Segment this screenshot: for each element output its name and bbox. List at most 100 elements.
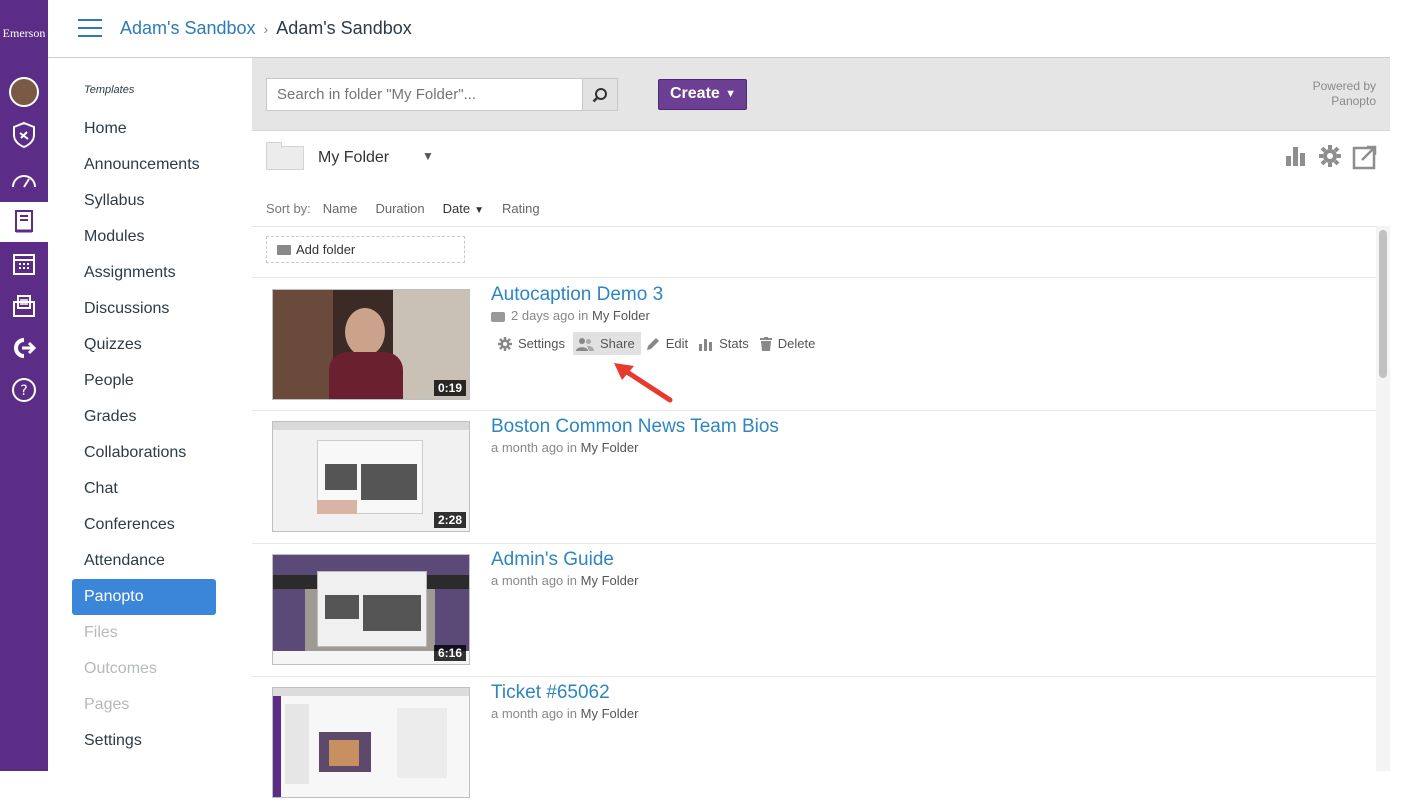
session-duration: 6:16 [433, 645, 466, 661]
session-time: a month ago [491, 573, 564, 588]
sort-name[interactable]: Name [323, 201, 358, 216]
panopto-toolbar: Create ▼ Powered by Panopto [252, 58, 1390, 131]
course-nav-announcements[interactable]: Announcements [72, 147, 216, 183]
session-folder[interactable]: My Folder [581, 706, 639, 721]
dashboard-icon[interactable] [0, 160, 48, 200]
vertical-scrollbar[interactable] [1376, 226, 1390, 771]
stats-action[interactable]: Stats [696, 332, 755, 355]
session-title[interactable]: Autocaption Demo 3 [491, 284, 663, 306]
session-row[interactable]: 6:16 Admin's Guide a month ago in My Fol… [252, 543, 1376, 676]
session-thumbnail[interactable]: 6:16 [272, 554, 470, 665]
sort-rating[interactable]: Rating [502, 201, 540, 216]
session-in-label: in [566, 573, 578, 588]
captions-icon [491, 311, 505, 322]
folder-header: My Folder ▼ [252, 131, 1390, 186]
course-nav-attendance[interactable]: Attendance [72, 543, 216, 579]
help-icon[interactable]: ? [0, 370, 48, 410]
commons-icon[interactable] [0, 328, 48, 368]
gear-icon[interactable] [1318, 144, 1342, 168]
course-nav-section-label: Templates [84, 84, 135, 96]
global-nav-rail: Emerson ? [0, 0, 48, 771]
breadcrumb-current: Adam's Sandbox [276, 18, 412, 38]
powered-by-panopto[interactable]: Powered by Panopto [1313, 79, 1376, 109]
stats-icon[interactable] [1284, 144, 1308, 168]
course-nav-assignments[interactable]: Assignments [72, 255, 216, 291]
folder-name[interactable]: My Folder [318, 149, 389, 167]
caret-down-icon: ▼ [725, 88, 736, 100]
session-thumbnail[interactable] [272, 687, 470, 798]
course-nav-panopto[interactable]: Panopto [72, 579, 216, 615]
session-in-label: in [566, 440, 578, 455]
scrollbar-thumb[interactable] [1379, 230, 1387, 378]
settings-action[interactable]: Settings [495, 332, 571, 355]
course-nav-outcomes[interactable]: Outcomes [72, 651, 216, 687]
session-folder[interactable]: My Folder [581, 573, 639, 588]
add-folder-button[interactable]: Add folder [266, 236, 465, 263]
create-button[interactable]: Create ▼ [658, 79, 747, 110]
search-icon [592, 87, 607, 102]
share-action[interactable]: Share [572, 332, 641, 355]
course-nav-home[interactable]: Home [72, 111, 216, 147]
add-folder-label: Add folder [296, 242, 356, 257]
course-nav-discussions[interactable]: Discussions [72, 291, 216, 327]
brand-logo[interactable]: Emerson [0, 26, 48, 41]
course-nav-people[interactable]: People [72, 363, 216, 399]
session-title[interactable]: Admin's Guide [491, 549, 614, 571]
settings-action-label: Settings [518, 336, 565, 351]
course-nav-quizzes[interactable]: Quizzes [72, 327, 216, 363]
account-nav[interactable] [0, 72, 48, 112]
admin-shield-icon[interactable] [0, 115, 48, 155]
session-title[interactable]: Ticket #65062 [491, 682, 610, 704]
folder-actions [1284, 144, 1378, 170]
annotation-arrow-icon [614, 363, 673, 403]
calendar-icon[interactable] [0, 244, 48, 284]
course-nav-files[interactable]: Files [72, 615, 216, 651]
create-button-label: Create [670, 85, 720, 102]
session-title[interactable]: Boston Common News Team Bios [491, 416, 779, 438]
add-folder-icon [277, 245, 291, 255]
session-thumbnail[interactable]: 2:28 [272, 421, 470, 532]
session-folder[interactable]: My Folder [592, 308, 650, 323]
gear-icon [498, 336, 512, 351]
external-link-icon[interactable] [1352, 144, 1378, 170]
share-action-label: Share [599, 336, 635, 351]
course-nav-settings[interactable]: Settings [72, 723, 216, 759]
course-nav-pages[interactable]: Pages [72, 687, 216, 723]
sort-desc-icon: ▼ [474, 205, 484, 216]
course-nav-conferences[interactable]: Conferences [72, 507, 216, 543]
course-nav-modules[interactable]: Modules [72, 219, 216, 255]
sort-duration[interactable]: Duration [375, 201, 424, 216]
inbox-icon[interactable] [0, 286, 48, 326]
session-folder[interactable]: My Folder [581, 440, 639, 455]
session-thumbnail[interactable]: 0:19 [272, 289, 470, 400]
delete-action[interactable]: Delete [757, 332, 822, 355]
session-duration: 2:28 [433, 512, 466, 528]
session-time: 2 days ago [511, 308, 575, 323]
breadcrumb-separator-icon: › [263, 21, 269, 37]
session-list: Add folder 0:19 Autocaption Demo 3 2 day… [252, 226, 1376, 798]
breadcrumb-course-link[interactable]: Adam's Sandbox [120, 18, 256, 38]
course-nav-collaborations[interactable]: Collaborations [72, 435, 216, 471]
edit-action-label: Edit [665, 336, 689, 351]
course-nav-grades[interactable]: Grades [72, 399, 216, 435]
stats-icon [699, 338, 713, 351]
svg-text:?: ? [20, 383, 27, 399]
session-meta: a month ago in My Folder [491, 440, 638, 455]
search-button[interactable] [582, 78, 618, 111]
sort-date-label: Date [442, 201, 471, 216]
session-row[interactable]: 2:28 Boston Common News Team Bios a mont… [252, 410, 1376, 543]
search-input[interactable] [266, 78, 583, 111]
folder-dropdown-icon[interactable]: ▼ [422, 149, 434, 163]
hamburger-menu-icon[interactable] [78, 19, 102, 37]
session-row[interactable]: Ticket #65062 a month ago in My Folder [252, 676, 1376, 809]
edit-action[interactable]: Edit [643, 332, 694, 355]
session-duration: 0:19 [433, 380, 466, 396]
sort-date[interactable]: Date ▼ [443, 201, 484, 216]
avatar[interactable] [9, 77, 39, 107]
course-nav-chat[interactable]: Chat [72, 471, 216, 507]
session-row[interactable]: 0:19 Autocaption Demo 3 2 days ago in My… [252, 277, 1376, 410]
sort-label: Sort by: [266, 201, 311, 216]
course-nav-syllabus[interactable]: Syllabus [72, 183, 216, 219]
courses-icon[interactable] [0, 202, 48, 242]
session-actions: Settings Share Edit Stats Delete [495, 332, 823, 355]
